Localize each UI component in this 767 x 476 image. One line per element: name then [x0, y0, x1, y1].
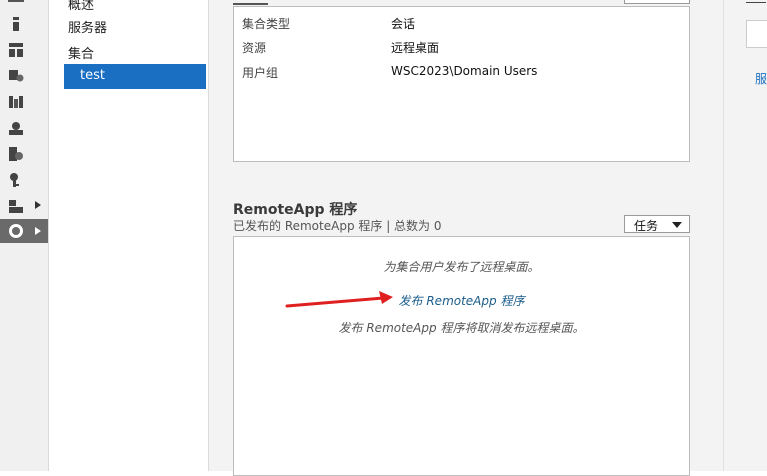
right-search-box[interactable] — [746, 20, 767, 48]
expand-arrow-icon[interactable] — [35, 201, 41, 209]
role-rail — [0, 0, 49, 471]
nav-item-test[interactable]: test — [64, 64, 206, 89]
annotation-arrow-icon — [285, 291, 393, 308]
top-icon[interactable] — [8, 0, 24, 2]
nav-item-collections[interactable]: 集合 — [68, 43, 94, 62]
remoteapp-tasks-button[interactable]: 任务 — [624, 215, 690, 233]
iis-icon[interactable] — [8, 198, 24, 214]
print-icon[interactable] — [8, 120, 24, 136]
local-server-icon[interactable] — [8, 16, 24, 32]
prop-value-resource: 远程桌面 — [391, 41, 440, 55]
nav-item-test-label: test — [80, 68, 105, 83]
file-services-icon[interactable] — [8, 94, 24, 110]
remoteapp-message: 为集合用户发布了远程桌面。 — [383, 260, 540, 274]
tasks-label: 任务 — [634, 219, 659, 233]
properties-tasks-button[interactable] — [624, 0, 690, 4]
key-icon[interactable] — [8, 172, 24, 188]
properties-panel: 集合类型 会话 资源 远程桌面 用户组 WSC2023\Domain Users — [233, 6, 690, 162]
prop-label-resource: 资源 — [242, 41, 267, 55]
prop-value-usergroup: WSC2023\Domain Users — [391, 64, 538, 78]
prop-value-type: 会话 — [391, 17, 416, 31]
section-header-fragment — [233, 0, 268, 5]
publish-remoteapp-link[interactable]: 发布 RemoteApp 程序 — [399, 294, 525, 308]
remoteapp-panel: 为集合用户发布了远程桌面。 发布 RemoteApp 程序 发布 RemoteA… — [233, 236, 690, 476]
remote-desktop-icon[interactable] — [8, 223, 24, 239]
remoteapp-title: RemoteApp 程序 — [233, 202, 358, 218]
prop-label-type: 集合类型 — [242, 17, 291, 31]
remoteapp-subtitle: 已发布的 RemoteApp 程序 | 总数为 0 — [233, 219, 442, 233]
nav-item-overview[interactable]: 概述 — [68, 0, 94, 13]
right-header-fragment — [746, 0, 766, 3]
ad-cs-icon[interactable] — [8, 146, 24, 162]
chevron-down-icon — [672, 222, 682, 228]
remoteapp-note: 发布 RemoteApp 程序将取消发布远程桌面。 — [338, 321, 585, 335]
right-pane: 服 — [723, 0, 767, 471]
all-servers-icon[interactable] — [8, 42, 24, 58]
ad-ds-icon[interactable] — [8, 68, 24, 84]
main-content: 集合类型 会话 资源 远程桌面 用户组 WSC2023\Domain Users… — [209, 0, 723, 476]
prop-label-usergroup: 用户组 — [242, 66, 279, 80]
nav-item-servers[interactable]: 服务器 — [68, 17, 107, 36]
right-link-fragment[interactable]: 服 — [755, 70, 767, 87]
collections-nav: 概述 服务器 集合 test — [49, 0, 209, 471]
expand-arrow-icon[interactable] — [35, 227, 41, 235]
